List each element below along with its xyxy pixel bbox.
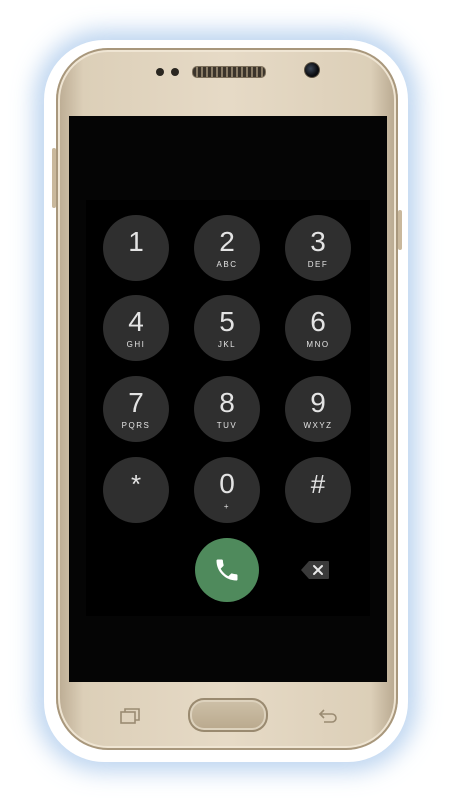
front-camera [304,62,320,78]
key-1[interactable]: 1 [103,215,169,281]
phone-handset-icon [216,559,238,581]
key-digit: # [310,468,326,499]
key-letters: TUV [216,420,238,430]
key-letters: WXYZ [303,420,333,430]
key-letters: JKL [217,339,237,349]
key-letters: + [223,501,231,511]
key-digit: 3 [310,225,326,257]
key-digit: 9 [310,386,326,418]
power-button [398,210,402,250]
key-6[interactable]: 6 MNO [285,295,351,361]
key-letters: ABC [216,259,238,269]
key-digit: 5 [219,305,235,337]
volume-button [52,148,56,208]
back-arrow-icon[interactable] [316,706,340,726]
key-letters: PQRS [121,420,151,430]
key-letters: GHI [126,339,146,349]
key-digit: 4 [128,305,144,337]
key-8[interactable]: 8 TUV [194,376,260,442]
key-digit: 6 [310,305,326,337]
key-letters: MNO [306,339,330,349]
key-hash[interactable]: # [285,457,351,523]
recent-apps-icon[interactable] [118,706,142,726]
key-digit: 1 [128,225,144,257]
proximity-sensor [156,68,164,76]
key-letters: DEF [307,259,329,269]
key-star[interactable]: * [103,457,169,523]
key-5[interactable]: 5 JKL [194,295,260,361]
key-0[interactable]: 0 + [194,457,260,523]
key-9[interactable]: 9 WXYZ [285,376,351,442]
key-digit: 8 [219,386,235,418]
backspace-button[interactable] [300,560,330,580]
key-4[interactable]: 4 GHI [103,295,169,361]
key-digit: 2 [219,225,235,257]
key-digit: 7 [128,386,144,418]
key-3[interactable]: 3 DEF [285,215,351,281]
earpiece-speaker [192,66,266,78]
call-button[interactable] [195,538,259,602]
key-2[interactable]: 2 ABC [194,215,260,281]
light-sensor [171,68,179,76]
key-digit: * [130,468,142,499]
backspace-icon [301,561,329,579]
home-button[interactable] [188,698,268,732]
key-digit: 0 [219,467,235,499]
key-7[interactable]: 7 PQRS [103,376,169,442]
